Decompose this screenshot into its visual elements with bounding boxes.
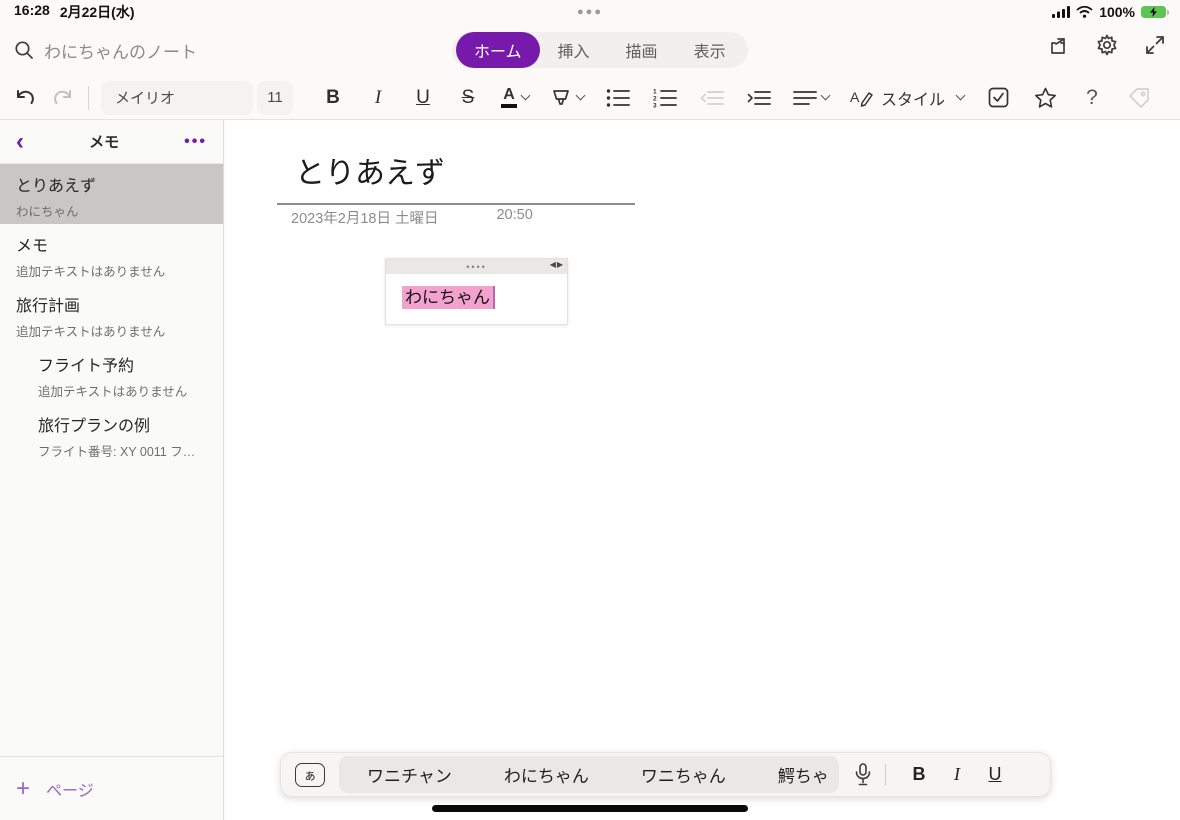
status-bar: 16:28 2月22日(水) ●●● 100%	[0, 0, 1180, 24]
font-color-swatch	[501, 104, 517, 108]
tab-view[interactable]: 表示	[676, 32, 744, 68]
sidebar-title: メモ	[89, 134, 120, 151]
styles-label: スタイル	[881, 91, 946, 109]
keyboard-italic-button[interactable]: I	[938, 764, 976, 785]
multitask-dots-icon: ●●●	[577, 6, 603, 18]
styles-button[interactable]: A スタイル	[850, 86, 966, 110]
chevron-down-icon	[575, 90, 586, 101]
page-item-toriaezu[interactable]: とりあえず わにちゃん	[0, 164, 223, 224]
tab-home[interactable]: ホーム	[456, 32, 540, 68]
page-item-travel-plan[interactable]: 旅行計画 追加テキストはありません	[0, 284, 223, 344]
keyboard-bold-button[interactable]: B	[900, 764, 938, 785]
tab-draw[interactable]: 描画	[608, 32, 676, 68]
indent-icon[interactable]	[746, 82, 772, 114]
tab-insert[interactable]: 挿入	[540, 32, 608, 68]
settings-gear-icon[interactable]	[1094, 32, 1120, 58]
plus-icon: +	[16, 774, 31, 802]
font-name-selector[interactable]: メイリオ	[101, 80, 253, 115]
keyboard-underline-button[interactable]: U	[976, 764, 1014, 785]
page-item-subtitle: 追加テキストはありません	[16, 265, 166, 279]
svg-text:1: 1	[653, 88, 657, 95]
add-page-button[interactable]: + ページ	[0, 756, 223, 820]
page-item-subtitle: 追加テキストはありません	[16, 325, 166, 339]
svg-text:2: 2	[653, 95, 657, 102]
title-underline	[277, 203, 635, 205]
battery-icon	[1141, 6, 1169, 18]
page-item-title: 旅行プランの例	[38, 418, 151, 435]
page-item-memo[interactable]: メモ 追加テキストはありません	[0, 224, 223, 284]
chevron-down-icon	[520, 90, 531, 101]
todo-tag-checkbox-icon[interactable]	[985, 82, 1011, 114]
style-pencil-icon: A	[850, 89, 873, 107]
microphone-icon[interactable]	[855, 763, 871, 786]
page-item-subtitle: フライト番号: XY 0011 フ…	[38, 445, 196, 459]
bar-divider	[885, 763, 886, 786]
input-mode-key[interactable]: ぁ	[295, 762, 325, 787]
suggestion-item[interactable]: わにちゃん	[504, 762, 589, 787]
suggestion-item[interactable]: 鰐ちゃ	[778, 762, 829, 787]
page-item-title: 旅行計画	[16, 298, 81, 315]
share-icon[interactable]	[1046, 32, 1072, 58]
text-outline-container[interactable]: •••• ◀▶ わにちゃん	[385, 258, 568, 325]
format-toolbar: メイリオ 11 B I U S A 123 A スタイル ?	[0, 76, 1180, 120]
italic-button[interactable]: I	[366, 87, 390, 109]
question-tag-button[interactable]: ?	[1079, 82, 1105, 114]
star-tag-icon[interactable]	[1032, 82, 1058, 114]
strikethrough-button[interactable]: S	[456, 87, 480, 109]
cellular-icon	[1052, 6, 1071, 18]
highlighted-text[interactable]: わにちゃん	[402, 286, 495, 309]
chevron-down-icon	[955, 90, 966, 101]
wifi-icon	[1076, 6, 1093, 18]
page-title[interactable]: とりあえず	[295, 148, 445, 192]
page-item-travel-plan-example[interactable]: 旅行プランの例 フライト番号: XY 0011 フ…	[0, 404, 223, 464]
home-indicator[interactable]	[432, 805, 748, 812]
search-placeholder: わにちゃんのノート	[44, 42, 197, 62]
more-options-icon[interactable]: •••	[184, 133, 207, 151]
page-item-flight-booking[interactable]: フライト予約 追加テキストはありません	[0, 344, 223, 404]
numbered-list-button[interactable]: 123	[652, 82, 678, 114]
page-date: 2023年2月18日 土曜日	[291, 211, 439, 227]
underline-button[interactable]: U	[411, 87, 435, 109]
undo-icon[interactable]	[12, 82, 38, 114]
search-input[interactable]: わにちゃんのノート	[0, 38, 440, 63]
highlighter-button[interactable]	[550, 82, 586, 114]
suggestion-item[interactable]: ワニちゃん	[641, 762, 726, 787]
page-item-subtitle: わにちゃん	[16, 205, 79, 219]
keyboard-suggestion-bar: ぁ ワニチャン わにちゃん ワニちゃん 鰐ちゃ B I U	[280, 752, 1051, 797]
svg-text:A: A	[850, 89, 860, 105]
outline-drag-handle[interactable]: •••• ◀▶	[386, 259, 567, 274]
bold-button[interactable]: B	[321, 87, 345, 109]
tag-icon[interactable]	[1126, 82, 1152, 114]
redo-icon[interactable]	[50, 82, 76, 114]
font-color-button[interactable]: A	[501, 82, 531, 114]
note-canvas[interactable]: とりあえず 2023年2月18日 土曜日 20:50 •••• ◀▶ わにちゃん	[225, 120, 1180, 820]
add-page-label: ページ	[46, 782, 94, 800]
suggestion-segment: ワニチャン わにちゃん ワニちゃん 鰐ちゃ	[339, 756, 839, 793]
font-size-selector[interactable]: 11	[257, 80, 293, 115]
page-list-sidebar: ‹ メモ ••• とりあえず わにちゃん メモ 追加テキストはありません 旅行計…	[0, 120, 224, 820]
svg-text:3: 3	[653, 102, 657, 108]
suggestion-item[interactable]: ワニチャン	[367, 762, 452, 787]
outdent-icon[interactable]	[699, 82, 725, 114]
ribbon-tabs: ホーム 挿入 描画 表示	[452, 32, 748, 68]
resize-arrows-icon[interactable]: ◀▶	[550, 260, 564, 269]
alignment-button[interactable]	[793, 82, 831, 114]
page-item-title: フライト予約	[38, 358, 135, 375]
app-header: わにちゃんのノート ホーム 挿入 描画 表示	[0, 24, 1180, 76]
fullscreen-expand-icon[interactable]	[1142, 32, 1168, 58]
search-icon	[14, 40, 34, 60]
page-item-title: メモ	[16, 238, 49, 255]
battery-percent: 100%	[1099, 4, 1135, 20]
page-time: 20:50	[496, 207, 533, 223]
bullet-list-button[interactable]	[605, 82, 631, 114]
back-chevron-icon[interactable]: ‹	[16, 129, 24, 154]
page-item-title: とりあえず	[16, 178, 97, 195]
chevron-down-icon	[820, 90, 831, 101]
page-item-subtitle: 追加テキストはありません	[38, 385, 188, 399]
toolbar-divider	[88, 85, 89, 110]
